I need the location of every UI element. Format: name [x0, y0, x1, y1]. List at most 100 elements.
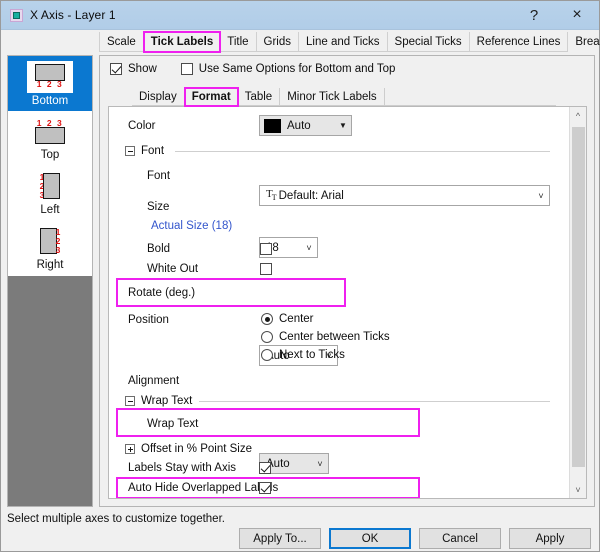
sidebar-label-top: Top	[41, 149, 60, 161]
font-dropdown[interactable]: TT Default: Arial ˅	[259, 185, 550, 206]
chevron-down-icon[interactable]: ˅	[312, 459, 328, 469]
sidebar-item-bottom[interactable]: 1 2 3 Bottom	[8, 56, 92, 111]
button-label: Apply	[536, 533, 565, 545]
button-label: OK	[362, 533, 379, 545]
close-icon[interactable]: ×	[555, 1, 599, 29]
position-option-center-between-ticks[interactable]: Center between Ticks	[261, 331, 390, 343]
tab-label: Grids	[264, 36, 291, 48]
position-option-next-to-ticks[interactable]: Next to Ticks	[261, 349, 345, 361]
axis-bottom-icon: 1 2 3	[27, 61, 73, 93]
white-out-checkbox[interactable]	[260, 263, 272, 275]
chevron-down-icon[interactable]: ˅	[533, 191, 549, 201]
alignment-label: Alignment	[128, 375, 179, 387]
labels-stay-label-row: Labels Stay with Axis	[128, 462, 236, 474]
apply-button[interactable]: Apply	[509, 528, 591, 549]
status-text: Select multiple axes to customize togeth…	[7, 513, 225, 525]
button-label: Apply To...	[253, 533, 307, 545]
radio-center[interactable]	[261, 313, 273, 325]
bold-label-row: Bold	[147, 243, 170, 255]
tab-label: Special Ticks	[395, 36, 462, 48]
wrap-text-group-header[interactable]: Wrap Text	[125, 395, 192, 407]
position-option-center[interactable]: Center	[261, 313, 314, 325]
auto-hide-label: Auto Hide Overlapped Labels	[128, 482, 278, 494]
wrap-text-label: Wrap Text	[147, 418, 198, 430]
ok-button[interactable]: OK	[329, 528, 411, 549]
show-label: Show	[128, 63, 157, 75]
font-icon: TT	[266, 189, 276, 202]
auto-hide-checkbox[interactable]	[259, 482, 271, 494]
status-bar: Select multiple axes to customize togeth…	[7, 511, 595, 527]
bold-checkbox[interactable]	[260, 243, 272, 255]
chevron-down-icon[interactable]: ▼	[335, 121, 351, 130]
white-out-label-row: White Out	[147, 263, 198, 275]
tab-special-ticks[interactable]: Special Ticks	[388, 32, 470, 52]
radio-center-between-ticks[interactable]	[261, 331, 273, 343]
chevron-down-icon[interactable]: ˅	[301, 243, 317, 253]
apply-to-button[interactable]: Apply To...	[239, 528, 321, 549]
sidebar-item-right[interactable]: 123 Right	[8, 221, 92, 276]
labels-stay-checkbox[interactable]	[259, 462, 271, 474]
tab-label: Scale	[107, 36, 136, 48]
font-group-label: Font	[141, 145, 164, 157]
show-checkbox-group[interactable]: Show	[110, 63, 157, 75]
wrap-group-rule	[199, 401, 550, 402]
tab-title[interactable]: Title	[220, 32, 256, 52]
tab-line-and-ticks[interactable]: Line and Ticks	[299, 32, 388, 52]
main-tab-strip: Scale Tick Labels Title Grids Line and Ticks…	[99, 31, 567, 52]
window-controls: ? ×	[513, 1, 599, 29]
subtab-label: Table	[245, 91, 273, 103]
collapse-icon[interactable]	[125, 146, 135, 156]
sidebar-label-left: Left	[40, 204, 59, 216]
help-icon[interactable]: ?	[513, 1, 555, 29]
tab-tick-labels[interactable]: Tick Labels	[144, 32, 220, 52]
expand-icon[interactable]	[125, 444, 135, 454]
subtab-table[interactable]: Table	[238, 88, 281, 106]
color-label-row: Color	[128, 120, 155, 132]
rotate-label-row: Rotate (deg.)	[128, 287, 195, 299]
font-group-rule	[175, 151, 550, 152]
radio-next-to-ticks[interactable]	[261, 349, 273, 361]
scroll-down-icon[interactable]: ˅	[570, 481, 586, 498]
subtab-minor-tick-labels[interactable]: Minor Tick Labels	[280, 88, 384, 106]
font-value: Default: Arial	[279, 190, 533, 202]
sidebar-item-top[interactable]: 1 2 3 Top	[8, 111, 92, 166]
dialog-buttons: Apply To... OK Cancel Apply	[239, 528, 591, 549]
sub-tab-strip: DisplayFormat Table Minor Tick Labels	[132, 87, 385, 106]
sidebar-item-left[interactable]: 123 Left	[8, 166, 92, 221]
window-title: X Axis - Layer 1	[30, 8, 116, 22]
size-label: Size	[147, 201, 169, 213]
content-scrollbar[interactable]: ^ ˅	[569, 107, 586, 498]
position-label-row: Position	[128, 314, 169, 326]
offset-group-header[interactable]: Offset in % Point Size	[125, 443, 252, 455]
rotate-label: Rotate (deg.)	[128, 287, 195, 299]
color-value: Auto	[281, 120, 335, 132]
alignment-label-row: Alignment	[128, 375, 179, 387]
tab-label: Title	[227, 36, 248, 48]
tab-label: Breaks	[575, 36, 600, 48]
tab-grids[interactable]: Grids	[257, 32, 299, 52]
same-options-checkbox[interactable]	[181, 63, 193, 75]
settings-panel: Show Use Same Options for Bottom and Top…	[99, 55, 595, 507]
format-scroll-content: Color Auto ▼ Font Font TT	[109, 107, 570, 498]
collapse-icon[interactable]	[125, 396, 135, 406]
axis-dialog-window: X Axis - Layer 1 ? × Scale Tick Labels Tit…	[0, 0, 600, 552]
axis-top-icon: 1 2 3	[28, 117, 72, 147]
white-out-label: White Out	[147, 263, 198, 275]
show-checkbox[interactable]	[110, 63, 122, 75]
actual-size-link[interactable]: Actual Size (18)	[151, 220, 232, 232]
tab-scale[interactable]: Scale	[99, 32, 144, 52]
cancel-button[interactable]: Cancel	[419, 528, 501, 549]
font-label: Font	[147, 170, 170, 182]
format-content-area: Color Auto ▼ Font Font TT	[108, 106, 587, 499]
same-options-checkbox-group[interactable]: Use Same Options for Bottom and Top	[181, 63, 396, 75]
axis-selector-sidebar: 1 2 3 Bottom 1 2 3 Top 123 Left	[7, 55, 93, 507]
subtab-display[interactable]: Display	[132, 88, 185, 106]
tab-breaks[interactable]: Breaks	[568, 32, 600, 52]
font-group-header[interactable]: Font	[125, 145, 164, 157]
scrollbar-thumb[interactable]	[572, 127, 585, 467]
scroll-up-icon[interactable]: ^	[570, 107, 586, 124]
size-label-row: Size	[147, 201, 169, 213]
subtab-format[interactable]: Format	[185, 88, 238, 106]
color-dropdown[interactable]: Auto ▼	[259, 115, 352, 136]
tab-reference-lines[interactable]: Reference Lines	[470, 32, 569, 52]
